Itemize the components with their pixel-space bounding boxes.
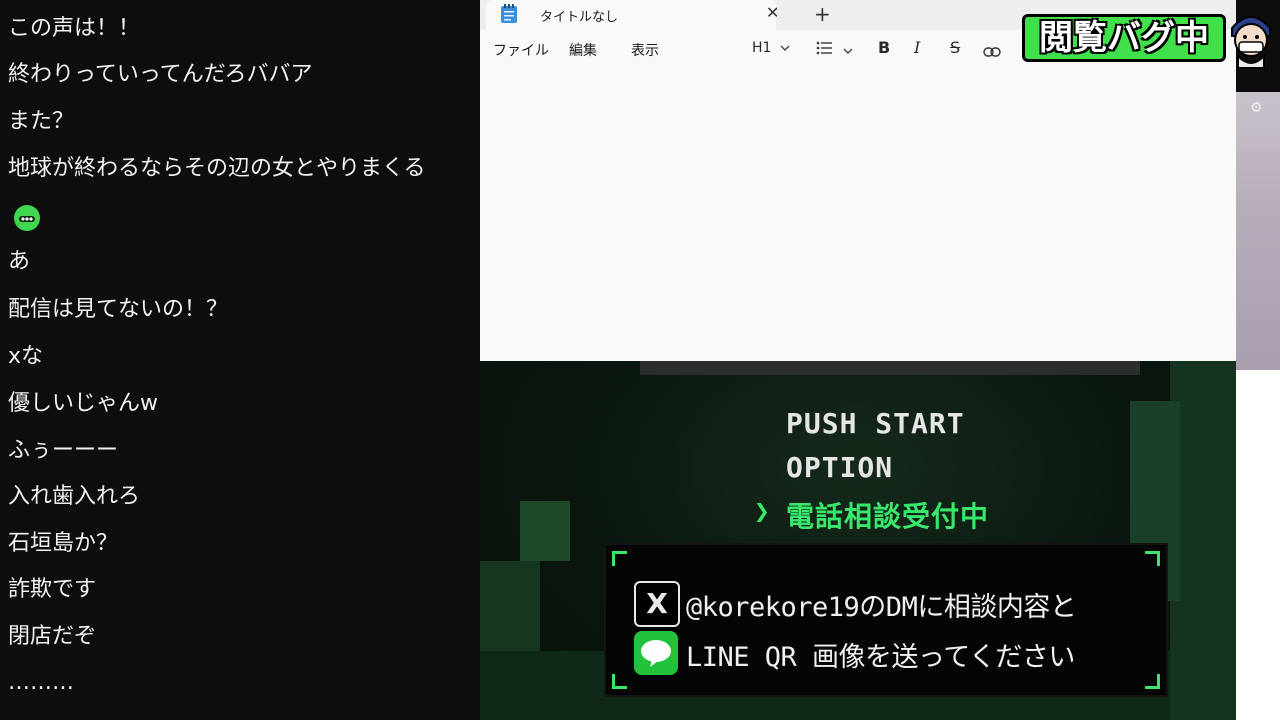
frame-corner (612, 674, 627, 689)
badge-label: 閲覧バグ中 (1039, 18, 1209, 58)
frame-corner (1145, 551, 1160, 566)
menu-edit[interactable]: 編集 (569, 40, 597, 60)
background-window-edge (1236, 370, 1280, 720)
tab-title: タイトルなし (540, 10, 619, 25)
cave-rock (520, 501, 570, 561)
avatar (1231, 16, 1271, 69)
game-screen: PUSH START OPTION ❯ 電話相談受付中 X @korekore1… (480, 361, 1236, 720)
contact-info-box: X @korekore19のDMに相談内容と LINE QR 画像を送ってくださ… (604, 543, 1168, 697)
chat-message: 入れ歯入れろ (8, 484, 141, 509)
chat-message: 詐欺です (8, 577, 97, 602)
x-contact-text: @korekore19のDMに相談内容と (686, 592, 1077, 623)
heading-label: H1 (752, 40, 772, 56)
link-icon (983, 47, 1001, 57)
background-window-edge: ⚙ (1236, 92, 1280, 370)
list-dropdown[interactable] (816, 40, 853, 59)
menu-view[interactable]: 表示 (631, 40, 659, 60)
chat-message: ……… (8, 670, 74, 695)
chat-message: 石垣島か？ (8, 531, 119, 556)
list-icon (816, 41, 832, 55)
line-logo-icon (634, 631, 678, 675)
italic-button[interactable]: I (914, 38, 920, 57)
title-logo-fragment (640, 361, 1140, 375)
chevron-down-icon (843, 48, 853, 54)
text-editor[interactable] (480, 68, 1236, 361)
new-tab-button[interactable]: + (814, 2, 831, 26)
chat-message: この声は！！ (8, 16, 141, 41)
line-contact-text: LINE QR 画像を送ってください (686, 642, 1075, 673)
phone-consultation-label: 電話相談受付中 (786, 500, 990, 533)
chat-message: 閉店だぞ (8, 624, 97, 649)
notepad-icon (501, 4, 517, 23)
chat-message: ふぅーーー (8, 438, 119, 463)
green-smiley-emote-icon (14, 205, 40, 231)
chat-message: xな (8, 344, 44, 369)
chat-message: また？ (8, 109, 75, 134)
chat-panel: この声は！！ 終わりっていってんだろババア また？ 地球が終わるならその辺の女と… (0, 0, 480, 720)
menu-file[interactable]: ファイル (493, 40, 549, 60)
chat-message: あ (8, 249, 31, 274)
chevron-down-icon (780, 45, 790, 51)
link-button[interactable] (983, 42, 1001, 61)
browsing-bug-badge: 閲覧バグ中 (1022, 14, 1226, 62)
chat-message: 配信は見てないの！？ (8, 297, 229, 322)
frame-corner (612, 551, 627, 566)
chat-message: 終わりっていってんだろババア (8, 62, 313, 87)
strikethrough-button[interactable]: S (950, 38, 960, 57)
close-icon[interactable]: ✕ (766, 3, 779, 22)
option-label: OPTION (786, 451, 894, 484)
chat-message: 優しいじゃんw (8, 391, 158, 416)
x-logo-icon: X (634, 581, 680, 627)
frame-corner (1145, 674, 1160, 689)
gear-icon: ⚙ (1250, 100, 1263, 116)
tab-untitled[interactable]: タイトルなし ✕ (486, 0, 779, 30)
bold-button[interactable]: B (878, 38, 890, 57)
chevron-right-icon: ❯ (754, 497, 770, 527)
heading-dropdown[interactable]: H1 (752, 40, 790, 56)
chat-message: 地球が終わるならその辺の女とやりまくる (8, 156, 426, 181)
push-start-label: PUSH START (786, 407, 965, 440)
